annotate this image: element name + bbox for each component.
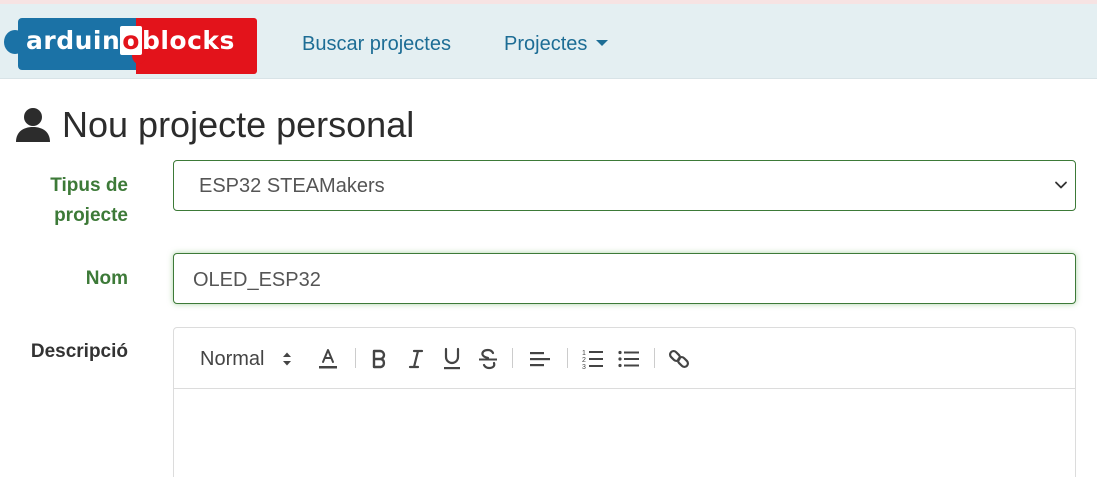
project-name-value: OLED_ESP32: [193, 269, 321, 291]
toolbar-separator: [654, 348, 655, 368]
navbar: arduinoblocks Buscar projectes Projectes: [0, 4, 1097, 79]
logo-text: arduinoblocks: [26, 26, 235, 55]
toolbar-separator: [512, 348, 513, 368]
project-type-select[interactable]: ESP32 STEAMakers: [173, 160, 1076, 211]
page-title-text: Nou projecte personal: [62, 104, 415, 145]
ordered-list-icon[interactable]: 1 2 3: [581, 346, 605, 372]
nav-dropdown-label: Projectes: [504, 33, 588, 55]
bullet-list-icon[interactable]: [617, 346, 641, 372]
project-name-label: Nom: [85, 268, 128, 289]
header-format-value: Normal: [200, 347, 265, 370]
page-title: Nou projecte personal: [14, 103, 414, 147]
bold-icon[interactable]: [368, 346, 390, 372]
chevron-down-icon: [1055, 181, 1067, 189]
svg-text:3: 3: [582, 364, 586, 370]
up-down-arrows-icon: [283, 352, 292, 366]
arduinoblocks-logo[interactable]: arduinoblocks: [4, 18, 257, 74]
svg-text:1: 1: [582, 350, 586, 357]
toolbar-separator: [355, 348, 356, 368]
toolbar-separator: [567, 348, 568, 368]
caret-down-icon: [596, 39, 609, 46]
underline-icon[interactable]: [441, 346, 463, 372]
nav-dropdown-projects[interactable]: Projectes: [504, 33, 609, 56]
description-editor[interactable]: Normal 1 2 3: [173, 327, 1076, 477]
strikethrough-icon[interactable]: [476, 346, 500, 372]
user-icon: [16, 108, 50, 142]
link-icon[interactable]: [667, 346, 691, 372]
description-label: Descripció: [30, 341, 128, 362]
italic-icon[interactable]: [405, 346, 427, 372]
align-icon[interactable]: [528, 346, 552, 372]
svg-text:2: 2: [582, 357, 586, 364]
header-format-select[interactable]: Normal: [200, 346, 292, 372]
font-color-icon[interactable]: [316, 346, 340, 372]
project-type-label: Tipus de projecte: [50, 175, 128, 226]
editor-toolbar: Normal 1 2 3: [174, 328, 1075, 389]
nav-link-search-projects[interactable]: Buscar projectes: [302, 33, 451, 56]
project-name-input[interactable]: OLED_ESP32: [173, 253, 1076, 304]
project-type-value: ESP32 STEAMakers: [199, 175, 385, 197]
